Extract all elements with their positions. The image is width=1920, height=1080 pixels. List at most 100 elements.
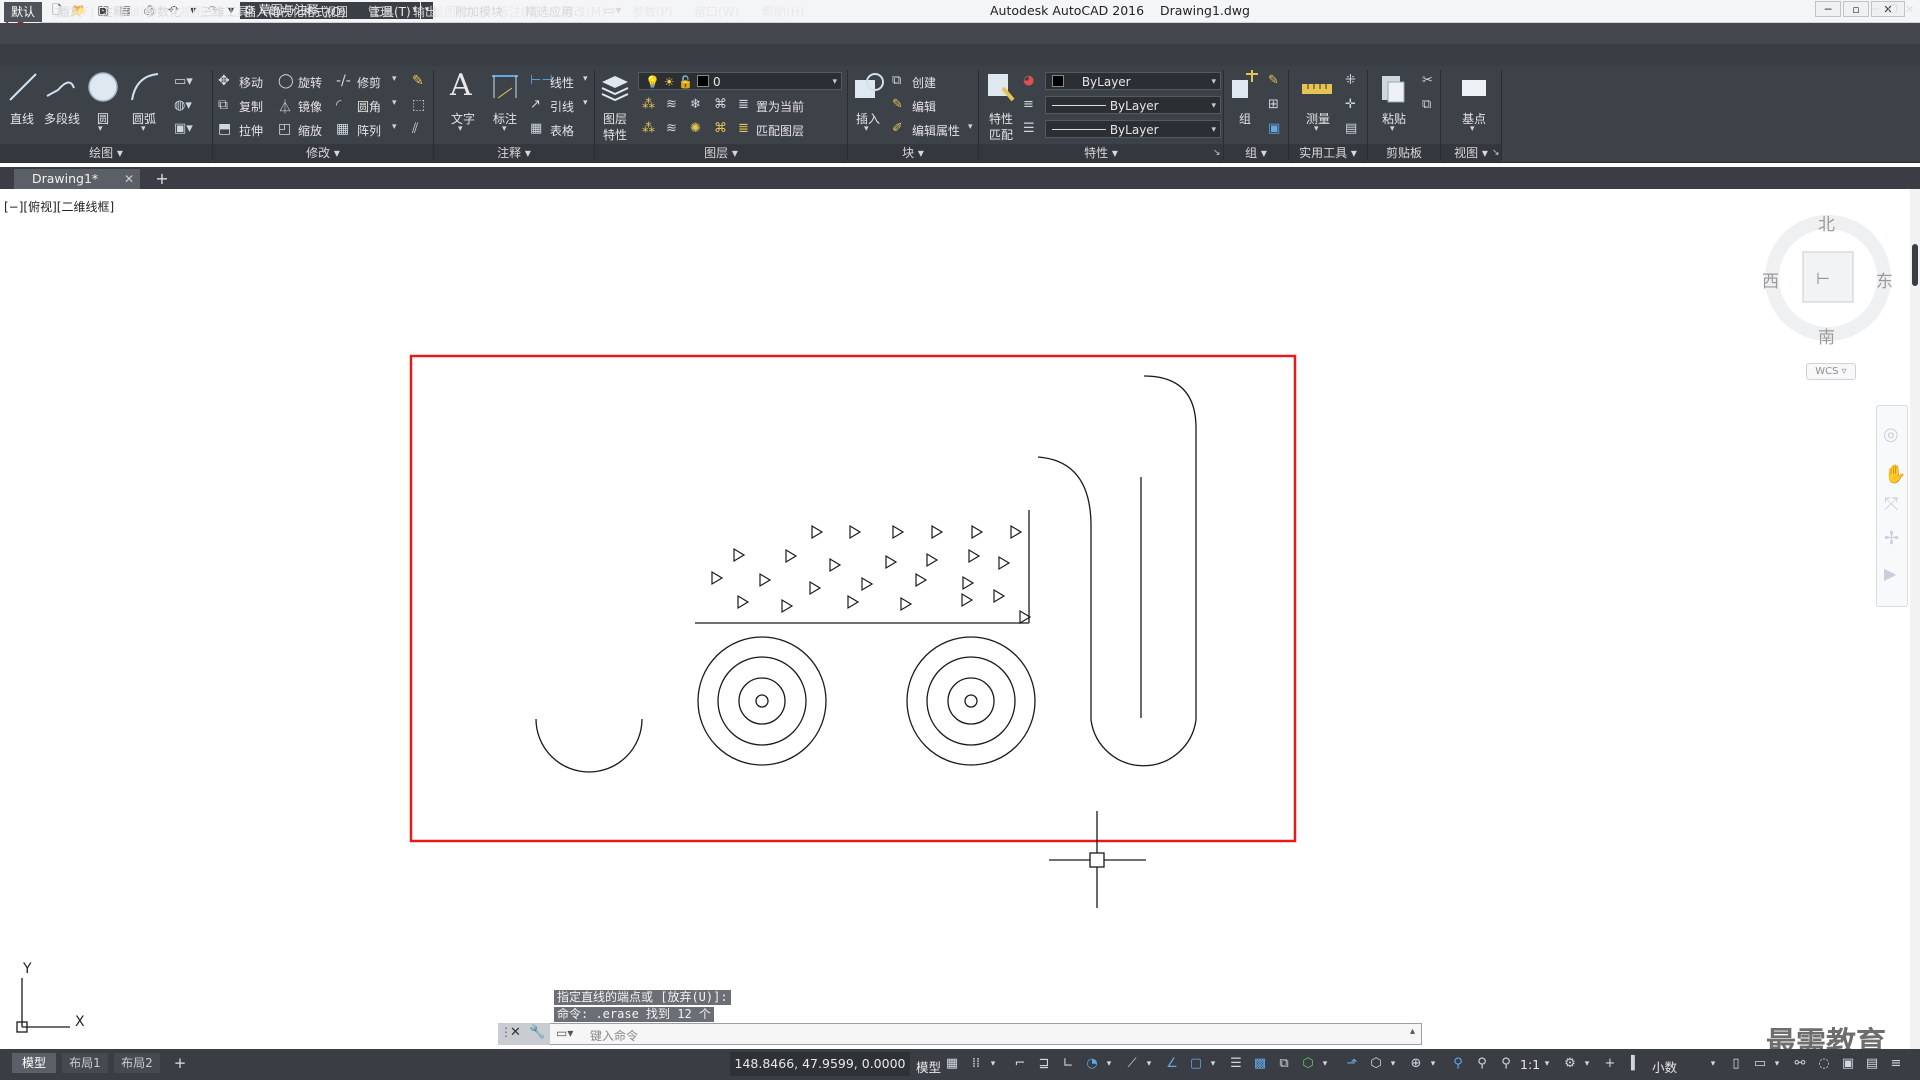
close-command-icon[interactable]: ✕ [510, 1025, 521, 1040]
clean-screen-icon[interactable]: ▣ [1840, 1055, 1856, 1073]
gravel-triangle [968, 548, 981, 564]
gravel-triangles [711, 524, 1032, 625]
gravel-triangle [971, 524, 984, 540]
ucs-icon [16, 978, 70, 1033]
workspace-switch-icon[interactable]: ⚙ [1562, 1055, 1578, 1073]
orbit-icon[interactable]: ✢ [1884, 528, 1899, 549]
zoom-icon[interactable]: ⤧ [1884, 494, 1898, 515]
chevron-down-icon[interactable]: ▾ [1772, 1055, 1782, 1073]
3d-osnap-icon[interactable]: ⬡ [1300, 1055, 1316, 1073]
viewcube-face-icon: ⊢ [1816, 269, 1830, 288]
gravel-triangle [926, 552, 939, 568]
lock-ui-icon[interactable]: ▭ [1752, 1055, 1768, 1073]
object-snap-tracking-icon[interactable]: ∠ [1164, 1055, 1180, 1073]
chevron-down-icon[interactable]: ▾ [1542, 1055, 1552, 1073]
gravel-triangle [733, 547, 746, 563]
navigation-bar: ◎ ✋ ⤧ ✢ ▶ [1876, 405, 1908, 607]
left-wheel [697, 636, 827, 766]
gravel-triangle [847, 594, 860, 610]
lineweight-display-icon[interactable]: ☰ [1228, 1055, 1244, 1073]
quick-properties-icon[interactable]: ▯ [1728, 1055, 1744, 1073]
dynamic-ucs-icon[interactable]: ⬏ [1344, 1055, 1360, 1073]
gravel-triangle [849, 524, 862, 540]
compass-west[interactable]: 西 [1762, 267, 1779, 292]
annotation-visibility-icon[interactable]: ⚲ [1450, 1055, 1466, 1073]
gravel-triangle [809, 580, 822, 596]
chevron-down-icon[interactable]: ▾ [1582, 1055, 1592, 1073]
status-menu-icon[interactable]: ≡ [1888, 1055, 1904, 1073]
isolate-objects-icon[interactable]: ⚯ [1792, 1055, 1808, 1073]
gravel-triangle [998, 555, 1011, 571]
layout-tab-1[interactable]: 布局1 [62, 1053, 108, 1073]
annotation-scale-icon[interactable]: ⚲ [1498, 1055, 1514, 1073]
chevron-down-icon[interactable]: ▾ [1708, 1055, 1718, 1073]
customization-icon[interactable]: ▤ [1864, 1055, 1880, 1073]
wcs-dropdown[interactable]: WCS ▿ [1806, 363, 1856, 380]
units-icon[interactable]: ▍ [1628, 1055, 1644, 1073]
ucs-x-label: X [75, 1014, 85, 1030]
gravel-triangle [931, 524, 944, 540]
showmotion-icon[interactable]: ▶ [1884, 564, 1896, 583]
right-wheel [906, 636, 1036, 766]
annotation-scale-value[interactable]: 1:1 [1520, 1057, 1540, 1072]
infer-constraints-icon[interactable]: ⌐ [1012, 1055, 1028, 1073]
selection-filter-icon[interactable]: ⬡ [1368, 1055, 1384, 1073]
selection-cycling-icon[interactable]: ⧉ [1276, 1055, 1292, 1073]
grid-icon[interactable]: ▦ [944, 1055, 960, 1073]
crosshair-cursor [1049, 811, 1146, 908]
wrench-icon[interactable]: 🔧 [529, 1025, 545, 1040]
layout-tab-model[interactable]: 模型 [12, 1053, 56, 1073]
gravel-triangle [961, 592, 974, 608]
gravel-triangle [711, 570, 724, 586]
steering-wheel-icon[interactable]: ◎ [1883, 424, 1899, 445]
gravel-triangle [885, 554, 898, 570]
chevron-up-icon[interactable]: ▴ [1410, 1026, 1415, 1037]
compass-east[interactable]: 东 [1876, 267, 1893, 292]
gravel-triangle [829, 557, 842, 573]
gravel-triangle [785, 548, 798, 564]
layout-tab-2[interactable]: 布局2 [114, 1053, 160, 1073]
auto-scale-icon[interactable]: ⚲ [1474, 1055, 1490, 1073]
polar-tracking-icon[interactable]: ◔ [1084, 1055, 1100, 1073]
command-line-tools: ⋮ ✕ 🔧 [498, 1023, 550, 1045]
transparency-icon[interactable]: ▩ [1252, 1055, 1268, 1073]
coordinates-display[interactable]: 148.8466, 47.9599, 0.0000 [730, 1052, 910, 1076]
chevron-down-icon[interactable]: ▾ [1428, 1055, 1438, 1073]
chevron-down-icon[interactable]: ▾ [1320, 1055, 1330, 1073]
command-history-line-1: 指定直线的端点或 [放弃(U)]: [554, 990, 731, 1005]
command-prompt-icon[interactable]: ▭▾ [556, 1026, 573, 1040]
chevron-down-icon[interactable]: ▾ [1208, 1055, 1218, 1073]
isodraft-icon[interactable]: ⟋ [1124, 1055, 1140, 1073]
command-history-line-2: 命令: .erase 找到 12 个 [554, 1007, 714, 1022]
gravel-triangle [737, 594, 750, 610]
gravel-triangle [811, 524, 824, 540]
gravel-triangle [915, 572, 928, 588]
handle-outer [1037, 375, 1197, 767]
dynamic-input-icon[interactable]: ⊒ [1036, 1055, 1052, 1073]
model-space-button[interactable]: 模型 [916, 1057, 941, 1076]
annotation-monitor-icon[interactable]: + [1602, 1055, 1618, 1073]
chevron-down-icon[interactable]: ▾ [1388, 1055, 1398, 1073]
gravel-triangle [962, 575, 975, 591]
add-layout-button[interactable]: + [170, 1053, 190, 1073]
chevron-down-icon[interactable]: ▾ [1104, 1055, 1114, 1073]
compass-north[interactable]: 北 [1818, 210, 1835, 235]
chevron-down-icon[interactable]: ▾ [1144, 1055, 1154, 1073]
pan-icon[interactable]: ✋ [1884, 464, 1906, 485]
gravel-triangle [759, 572, 772, 588]
drawing-svg: Y X [16, 354, 1297, 1033]
units-value[interactable]: 小数 [1652, 1057, 1677, 1076]
chevron-down-icon[interactable]: ▾ [988, 1055, 998, 1073]
gravel-triangle [892, 524, 905, 540]
object-snap-icon[interactable]: ▢ [1188, 1055, 1204, 1073]
snap-icon[interactable]: ⁞⁞ [968, 1055, 984, 1073]
gravel-triangle [900, 596, 913, 612]
front-arc [535, 718, 643, 773]
gravel-triangle [993, 588, 1006, 604]
gizmo-icon[interactable]: ⊕ [1408, 1055, 1424, 1073]
ortho-icon[interactable]: ∟ [1060, 1055, 1076, 1073]
hardware-acceleration-icon[interactable]: ◌ [1816, 1055, 1832, 1073]
gravel-triangle [861, 576, 874, 592]
compass-south[interactable]: 南 [1818, 323, 1835, 348]
command-input[interactable]: 键入命令 [590, 1027, 638, 1044]
